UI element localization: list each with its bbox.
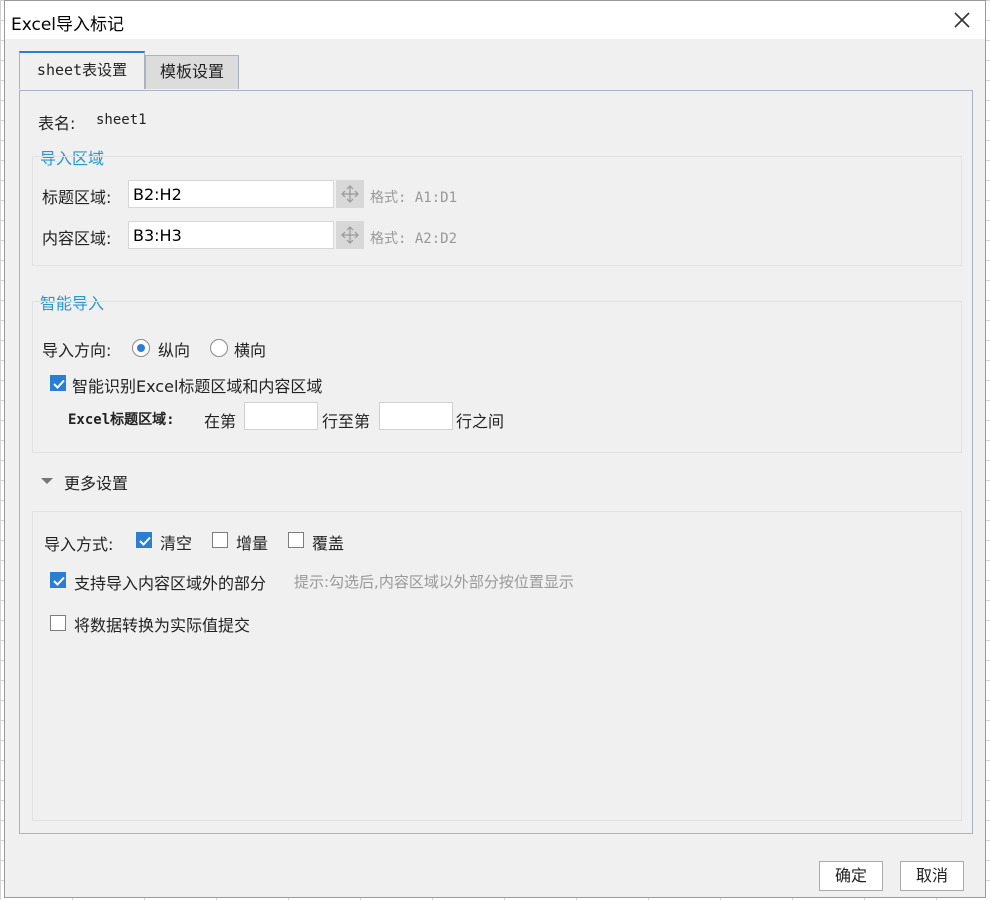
end-row-input[interactable] <box>379 402 453 430</box>
method-increment-checkbox[interactable] <box>212 532 228 548</box>
direction-vertical-radio[interactable] <box>132 339 150 357</box>
sheet-name-label: 表名: <box>38 114 76 133</box>
move-icon[interactable] <box>336 221 364 249</box>
content-area-label: 内容区域: <box>42 229 112 248</box>
cancel-button[interactable]: 取消 <box>900 861 964 891</box>
range-text-end: 行之间 <box>456 412 505 431</box>
ok-button[interactable]: 确定 <box>819 861 883 891</box>
tab-sheet-settings[interactable]: sheet表设置 <box>19 51 145 89</box>
dialog-title: Excel导入标记 <box>11 15 125 35</box>
collapse-triangle-icon[interactable] <box>40 473 54 492</box>
method-increment-label: 增量 <box>236 534 269 553</box>
range-text-middle: 行至第 <box>322 412 371 431</box>
sheet-name-value: sheet1 <box>96 112 147 128</box>
range-prefix-label: Excel标题区域: <box>68 412 175 428</box>
import-direction-label: 导入方向: <box>42 341 112 360</box>
close-icon[interactable] <box>947 5 977 35</box>
move-icon[interactable] <box>336 180 364 208</box>
tab-sheet-settings-label: sheet表设置 <box>36 61 128 79</box>
import-method-label: 导入方式: <box>44 535 114 554</box>
auto-detect-label: 智能识别Excel标题区域和内容区域 <box>72 377 323 396</box>
title-area-format-hint: 格式: A1:D1 <box>370 190 458 206</box>
direction-horizontal-label: 横向 <box>234 341 267 360</box>
title-area-input[interactable]: B2:H2 <box>128 180 334 208</box>
range-text-start: 在第 <box>204 412 237 431</box>
auto-detect-checkbox[interactable] <box>50 375 66 391</box>
method-overwrite-label: 覆盖 <box>312 534 345 553</box>
more-settings-group <box>32 511 962 821</box>
title-area-label: 标题区域: <box>42 188 112 207</box>
tab-template-settings-label: 模板设置 <box>159 62 224 81</box>
convert-values-label: 将数据转换为实际值提交 <box>74 616 251 635</box>
content-area-format-hint: 格式: A2:D2 <box>370 231 458 247</box>
title-bar: Excel导入标记 <box>5 1 985 39</box>
method-clear-checkbox[interactable] <box>136 532 152 548</box>
more-settings-title[interactable]: 更多设置 <box>64 470 128 494</box>
import-area-group <box>32 156 962 266</box>
outside-content-hint: 提示:勾选后,内容区域以外部分按位置显示 <box>294 573 574 591</box>
method-overwrite-checkbox[interactable] <box>288 532 304 548</box>
direction-horizontal-radio[interactable] <box>210 339 228 357</box>
method-clear-label: 清空 <box>160 534 193 553</box>
content-area-input[interactable]: B3:H3 <box>128 221 334 249</box>
tab-template-settings[interactable]: 模板设置 <box>145 55 239 89</box>
outside-content-label: 支持导入内容区域外的部分 <box>74 574 267 593</box>
outside-content-checkbox[interactable] <box>50 572 66 588</box>
sheet-settings-panel: 表名: sheet1 导入区域 标题区域: B2:H2 格式: A1:D1 内容… <box>19 90 973 834</box>
start-row-input[interactable] <box>244 402 318 430</box>
direction-vertical-label: 纵向 <box>158 341 191 360</box>
convert-values-checkbox[interactable] <box>50 615 66 631</box>
excel-import-dialog: Excel导入标记 sheet表设置 模板设置 表名: sheet1 导入区域 … <box>4 0 986 898</box>
